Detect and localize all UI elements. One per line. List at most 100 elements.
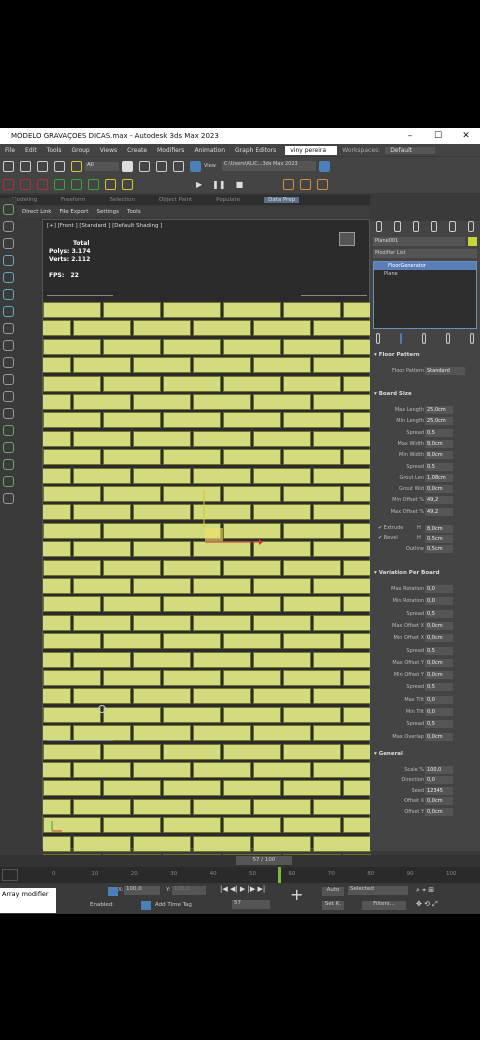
menu-edit[interactable]: Edit [20, 147, 42, 154]
param-spinner[interactable]: 0,0 [425, 708, 453, 716]
isolate-icon[interactable] [3, 374, 14, 385]
playback-controls[interactable]: |◀ ◀| ▶ |▶ ▶| [220, 885, 265, 893]
modify-tab-icon[interactable] [394, 221, 401, 232]
link-icon[interactable] [37, 160, 48, 172]
param-spinner[interactable]: 0,0cm [425, 797, 453, 806]
stop-icon[interactable]: ■ [236, 180, 244, 189]
help-icon[interactable] [3, 238, 14, 249]
edit-named-sets-icon[interactable] [54, 178, 65, 190]
create-tab-icon[interactable] [376, 221, 383, 232]
add-time-tag-button[interactable]: Add Time Tag [155, 902, 192, 908]
param-spinner[interactable]: 0,0 [425, 776, 453, 785]
key-filter-select[interactable]: Selected [348, 886, 408, 895]
pan-icon[interactable]: ✥ ⟲ ⤢ [416, 900, 438, 909]
utilities-tab-icon[interactable] [467, 221, 474, 232]
param-spinner[interactable]: 0,0 [425, 597, 453, 606]
param-spinner[interactable]: 0,0cm [425, 658, 453, 667]
general-rollout[interactable]: ▾ General [374, 751, 478, 761]
layer-explorer-icon[interactable] [3, 221, 14, 232]
create-cameras-icon[interactable] [3, 306, 14, 317]
layer-manager-icon[interactable] [3, 425, 14, 436]
create-geometry-icon[interactable] [3, 255, 14, 266]
render-frame-icon[interactable] [300, 178, 312, 190]
y-field[interactable]: 100,0 [172, 886, 206, 895]
pause-icon[interactable]: ❚❚ [212, 180, 225, 189]
object-color-swatch[interactable] [468, 237, 477, 246]
redo-icon[interactable] [20, 160, 31, 172]
bevel-value[interactable]: 0,5cm [425, 535, 453, 543]
set-key-button[interactable]: Set K. [322, 901, 344, 910]
angle-snap-icon[interactable] [20, 178, 31, 190]
tab-data-prep[interactable]: Data Prep [264, 197, 300, 203]
param-spinner[interactable]: 0,5 [425, 646, 453, 655]
extrude-value[interactable]: 8,0cm [425, 525, 453, 533]
tools-button[interactable]: Tools [127, 209, 141, 215]
param-spinner[interactable]: 0,0cm [425, 732, 453, 741]
tab-selection[interactable]: Selection [110, 197, 135, 203]
reference-coord-view[interactable]: View [204, 163, 222, 169]
param-spinner[interactable]: 0,0cm [425, 485, 453, 494]
undo-icon[interactable] [3, 160, 14, 172]
menu-animation[interactable]: Animation [189, 147, 230, 154]
param-spinner[interactable]: 0,5 [425, 462, 453, 471]
menu-file[interactable]: File [0, 147, 20, 154]
viewcube-icon[interactable] [339, 232, 355, 246]
utilities-icon[interactable] [3, 493, 14, 504]
modifier-list-dropdown[interactable]: Modifier List [373, 249, 477, 258]
hierarchy-tab-icon[interactable] [412, 221, 419, 232]
make-unique-icon[interactable] [422, 333, 427, 344]
menu-create[interactable]: Create [122, 147, 152, 154]
create-lights-icon[interactable] [3, 289, 14, 300]
menu-tools[interactable]: Tools [42, 147, 67, 154]
outline-value[interactable]: 0,5cm [425, 545, 453, 553]
selection-filter[interactable]: All [85, 161, 119, 171]
remove-modifier-icon[interactable] [446, 333, 451, 344]
space-warps-icon[interactable] [3, 340, 14, 351]
render-icon[interactable] [317, 178, 329, 190]
param-spinner[interactable]: 49,2 [425, 496, 453, 505]
variation-rollout[interactable]: ▾ Variation Per Board [374, 570, 478, 580]
tab-object-paint[interactable]: Object Paint [159, 197, 192, 203]
menu-group[interactable]: Group [66, 147, 94, 154]
param-spinner[interactable]: 0,0cm [425, 634, 453, 643]
align-icon[interactable] [88, 178, 99, 190]
workspace-select[interactable]: Default [385, 146, 436, 154]
display-tab-icon[interactable] [449, 221, 456, 232]
tab-populate[interactable]: Populate [216, 197, 240, 203]
floor-pattern-rollout[interactable]: ▾ Floor Pattern [374, 352, 478, 362]
menu-graph-editors[interactable]: Graph Editors [230, 147, 281, 154]
current-frame-field[interactable]: 57 [232, 900, 270, 909]
motion-icon[interactable] [3, 459, 14, 470]
time-slider[interactable]: 57 / 100 [236, 856, 292, 865]
param-spinner[interactable]: 0,5 [425, 609, 453, 618]
file-export-button[interactable]: File Export [59, 209, 88, 215]
snap-icon[interactable] [3, 178, 14, 190]
show-end-result-icon[interactable] [399, 333, 403, 344]
param-spinner[interactable]: 12345 [425, 786, 453, 795]
bevel-checkbox[interactable]: ✔ Bevel [378, 535, 398, 541]
bind-space-warp-icon[interactable] [71, 160, 82, 172]
param-spinner[interactable]: 0,5 [425, 428, 453, 437]
move-icon[interactable] [156, 160, 167, 172]
time-slider-track[interactable]: 57 / 100 [0, 855, 480, 867]
timeline-ruler[interactable]: 0 10 20 30 40 50 60 70 80 90 100 [0, 867, 480, 883]
time-tag-icon[interactable] [141, 901, 151, 910]
scene-explorer-icon[interactable] [3, 204, 14, 215]
tab-freeform[interactable]: Freeform [61, 197, 86, 203]
create-shapes-icon[interactable] [3, 272, 14, 283]
zoom-icon[interactable]: ⌕ ⌖ ⊞ [416, 886, 434, 895]
object-name-field[interactable]: Plane001 [373, 237, 465, 246]
param-spinner[interactable]: 0,0cm [425, 807, 453, 816]
project-path[interactable]: C:\Users\ALIC...3ds Max 2023 [222, 161, 316, 171]
param-spinner[interactable]: 8,0cm [425, 451, 453, 460]
user-account[interactable]: viny pereira [285, 145, 338, 155]
container-icon[interactable] [3, 408, 14, 419]
transform-gizmo[interactable] [203, 490, 263, 550]
select-by-name-icon[interactable] [139, 160, 150, 172]
auto-key-button[interactable]: Auto [322, 887, 344, 896]
param-spinner[interactable]: 0,5 [425, 720, 453, 729]
menu-modifiers[interactable]: Modifiers [152, 147, 189, 154]
param-spinner[interactable]: 0,0cm [425, 621, 453, 630]
param-spinner[interactable]: 25,0cm [425, 406, 453, 414]
systems-icon[interactable] [3, 357, 14, 368]
